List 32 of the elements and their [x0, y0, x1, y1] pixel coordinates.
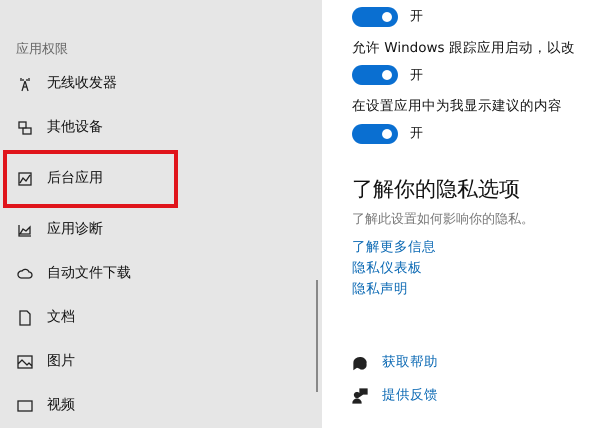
link[interactable]: 隐私声明 — [352, 279, 408, 300]
nav-item[interactable]: 其他设备 — [3, 106, 178, 150]
document-icon — [17, 310, 33, 326]
toggle-switch[interactable] — [352, 7, 398, 27]
nav-item[interactable]: 文档 — [3, 296, 178, 340]
video-icon — [17, 398, 33, 414]
toggle-state: 开 — [410, 8, 423, 26]
setting-label: 在设置应用中为我显示建议的内容 — [352, 97, 563, 116]
toggle-switch[interactable] — [352, 65, 398, 86]
description-text: 了解此设置如何影响你的隐私。 — [352, 210, 535, 229]
chart-icon — [17, 170, 33, 186]
link[interactable]: 获取帮助 — [382, 352, 438, 374]
picture-icon — [17, 354, 33, 370]
nav-item[interactable]: 无线收发器 — [3, 62, 178, 106]
highlighted-nav-item[interactable]: 后台应用 — [3, 150, 178, 208]
toggle-switch[interactable] — [352, 124, 398, 144]
toggle-state: 开 — [410, 66, 423, 84]
link[interactable]: 了解更多信息 — [352, 237, 436, 258]
section-title: 应用权限 — [16, 41, 69, 59]
cloud-icon — [17, 266, 33, 282]
toggle-state: 开 — [410, 124, 423, 143]
nav-item[interactable]: 自动文件下载 — [3, 252, 178, 296]
nav-item[interactable]: 图片 — [3, 340, 178, 384]
devices-icon — [17, 120, 33, 136]
scrollbar[interactable] — [316, 280, 318, 392]
nav-item[interactable]: 视频 — [3, 384, 178, 428]
setting-label: 允许 Windows 跟踪应用启动，以改 — [352, 39, 576, 58]
section-heading: 了解你的隐私选项 — [352, 176, 521, 202]
link[interactable]: 隐私仪表板 — [352, 258, 422, 280]
nav-item[interactable]: 应用诊断 — [3, 208, 178, 252]
person-feedback-icon — [352, 388, 368, 404]
link[interactable]: 提供反馈 — [382, 385, 438, 406]
